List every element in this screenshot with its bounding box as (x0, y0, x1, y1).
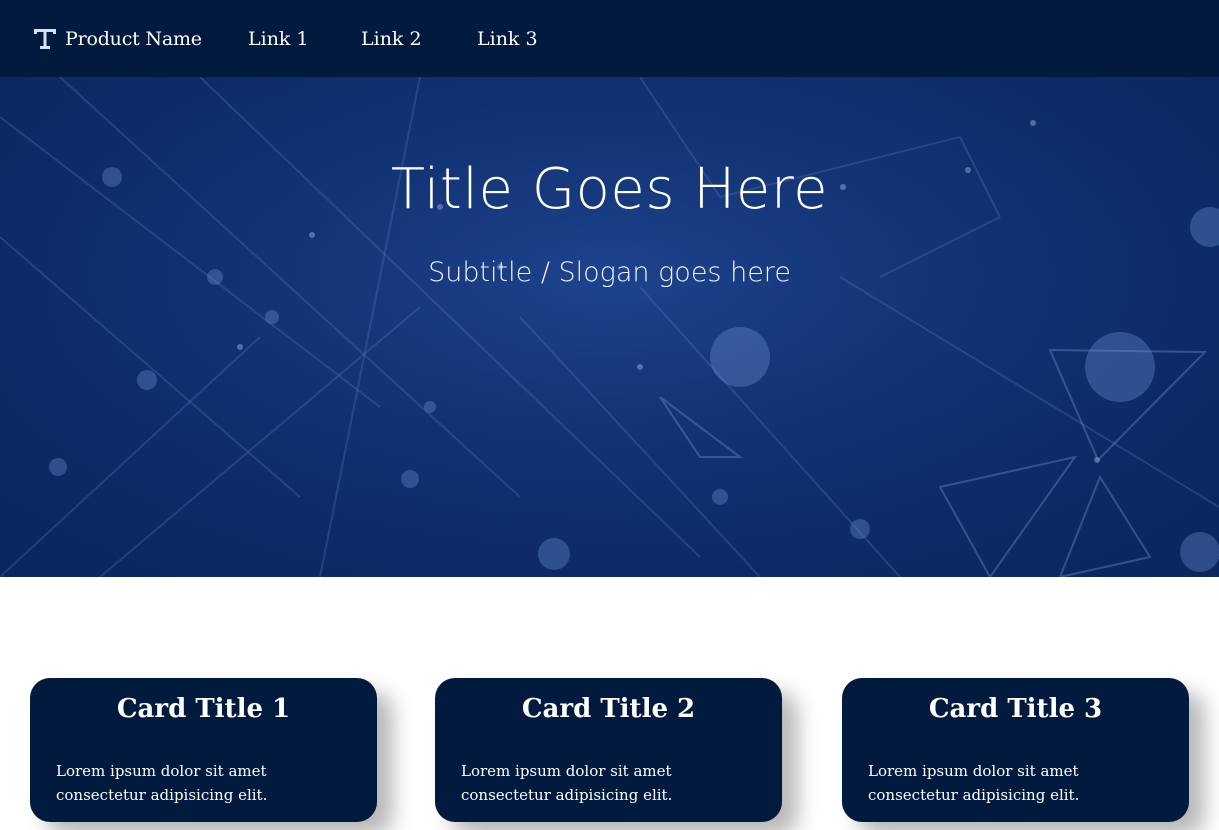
card-title: Card Title 3 (928, 694, 1103, 724)
hero-title: Title Goes Here (390, 157, 829, 222)
card-text: Lorem ipsum dolor sit amet consectetur a… (56, 762, 268, 804)
card-1: Card Title 1 Lorem ipsum dolor sit amet … (30, 678, 377, 822)
nav-link-2[interactable]: Link 2 (361, 0, 422, 77)
card-3: Card Title 3 Lorem ipsum dolor sit amet … (842, 678, 1189, 822)
card-2: Card Title 2 Lorem ipsum dolor sit amet … (435, 678, 782, 822)
card-title: Card Title 1 (116, 694, 291, 724)
hero-subtitle: Subtitle / Slogan goes here (428, 257, 791, 288)
brand-link[interactable]: Product Name (32, 0, 202, 77)
card-title: Card Title 2 (521, 694, 696, 724)
hero-section: Title Goes Here Subtitle / Slogan goes h… (0, 77, 1219, 577)
card-text: Lorem ipsum dolor sit amet consectetur a… (461, 762, 673, 804)
t-logo-icon (34, 28, 56, 49)
card-text: Lorem ipsum dolor sit amet consectetur a… (868, 762, 1080, 804)
nav-link-3[interactable]: Link 3 (477, 0, 538, 77)
product-name: Product Name (65, 27, 202, 50)
top-navbar: Product Name Link 1 Link 2 Link 3 (0, 0, 1219, 77)
network-background-image (0, 77, 1219, 577)
nav-link-1[interactable]: Link 1 (248, 0, 309, 77)
